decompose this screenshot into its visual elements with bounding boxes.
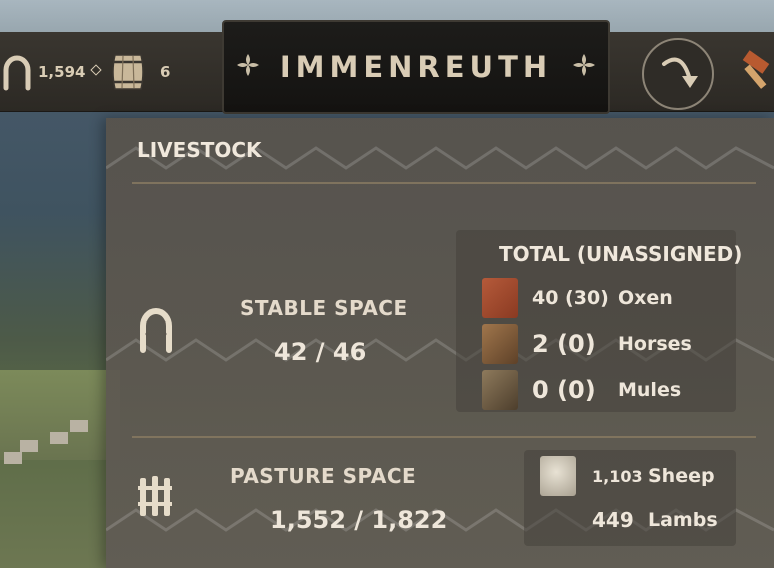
total-unassigned-header: TOTAL (UNASSIGNED) — [499, 242, 743, 266]
fence-icon — [136, 474, 174, 522]
end-turn-button[interactable] — [642, 38, 714, 110]
oxen-label: Oxen — [618, 287, 673, 309]
barrel-value: 6 — [160, 63, 171, 81]
pasture-space-value: 1,552 / 1,822 — [270, 506, 448, 534]
settlement-title-plate: IMMENREUTH — [222, 20, 610, 114]
lambs-label: Lambs — [648, 509, 718, 531]
section-divider — [132, 436, 756, 438]
stable-space-value: 42 / 46 — [274, 338, 367, 366]
horseshoe-value: 1,594 — [38, 63, 86, 81]
animal-row-sheep[interactable]: 1,103 Sheep — [540, 456, 715, 496]
animal-row-horses[interactable]: 2 (0) Horses — [482, 324, 692, 364]
oxen-count: 40 (30) — [532, 287, 609, 309]
fleur-ornament-left-icon — [234, 51, 262, 83]
sheep-count: 1,103 — [592, 466, 643, 486]
lambs-count: 449 — [592, 508, 634, 532]
mules-count: 0 (0) — [532, 376, 596, 404]
horseshoe-icon — [136, 304, 176, 358]
mule-portrait-icon — [482, 370, 518, 410]
panel-title: LIVESTOCK — [137, 138, 262, 162]
ox-portrait-icon — [482, 278, 518, 318]
mules-label: Mules — [618, 379, 682, 401]
stable-space-label: STABLE SPACE — [240, 296, 408, 320]
separator-diamond-icon — [90, 64, 102, 76]
livestock-panel: LIVESTOCK STABLE SPACE 42 / 46 TOTAL (UN… — [106, 118, 774, 568]
horse-portrait-icon — [482, 324, 518, 364]
curved-arrow-icon — [662, 57, 698, 88]
sheep-label: Sheep — [648, 465, 715, 487]
horseshoe-resource[interactable]: 1,594 — [0, 32, 85, 112]
fleur-ornament-right-icon — [570, 51, 598, 83]
settlement-name: IMMENREUTH — [279, 50, 553, 84]
sheep-portrait-icon — [540, 456, 576, 496]
section-divider — [132, 182, 756, 184]
animal-row-oxen[interactable]: 40 (30) Oxen — [482, 278, 673, 318]
animal-row-mules[interactable]: 0 (0) Mules — [482, 370, 681, 410]
pasture-space-label: PASTURE SPACE — [230, 464, 417, 488]
barrel-resource[interactable]: 6 — [110, 32, 170, 112]
animal-row-lambs[interactable]: 449 Lambs — [592, 508, 718, 532]
horses-count: 2 (0) — [532, 330, 596, 358]
hammer-icon — [742, 50, 770, 89]
build-hammer-button[interactable] — [738, 50, 774, 94]
barrel-icon — [110, 51, 146, 93]
horses-label: Horses — [618, 333, 692, 355]
horseshoe-icon — [0, 52, 34, 92]
